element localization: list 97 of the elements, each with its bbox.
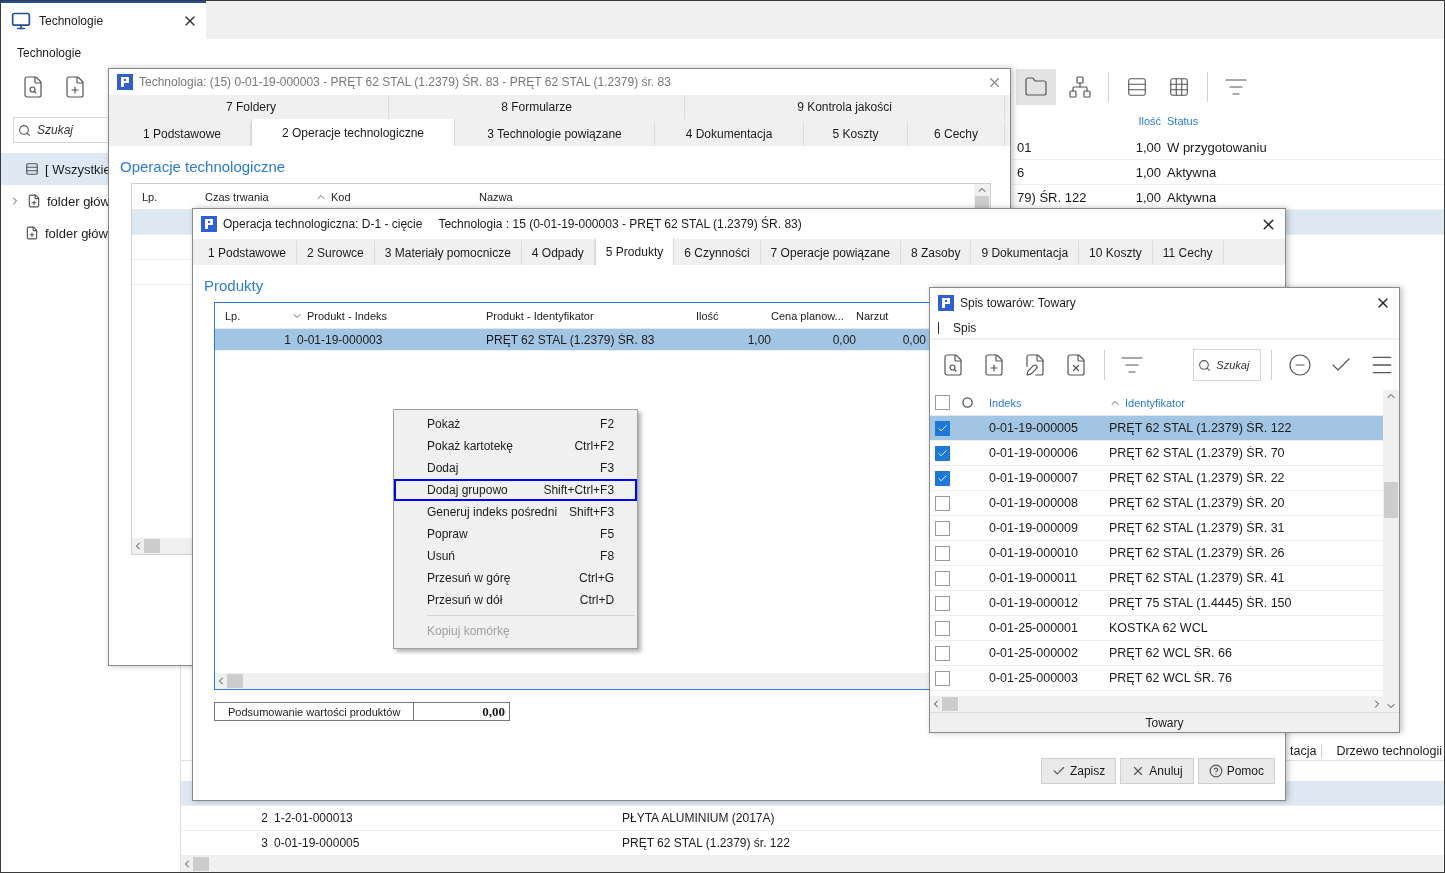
table-row[interactable]: 0-01-19-000012 PRĘT 75 STAL (1.4445) ŚR. 150 [930,591,1383,616]
checkbox[interactable] [935,645,950,661]
menu-item[interactable]: Przesuń w dół Ctrl+D [394,589,638,611]
help-button[interactable]: Pomoc [1197,758,1275,784]
check-icon [937,472,948,484]
app-logo-icon [117,74,133,90]
cancel-button[interactable]: Anuluj [1120,758,1194,784]
scroll-thumb[interactable] [942,697,958,711]
document-icon [27,194,41,208]
search-icon [1198,358,1212,372]
checkbox[interactable] [935,470,950,486]
column-header[interactable]: Narzut [856,309,926,322]
folder-button[interactable] [1016,69,1056,105]
table-row[interactable]: 0-01-25-000001 KOSTKA 62 WCL [930,616,1383,641]
scroll-thumb[interactable] [1384,482,1398,518]
select-all-checkbox[interactable] [935,395,950,410]
document-icon [25,226,39,240]
window-title: Technologia: (15) 0-01-19-000003 - PRĘT 62 STAL (1.2379) ŚR. 83 - PRĘT 62 STAL (1.2379) śr. 83 [139,75,671,89]
menu-item[interactable]: Popraw F5 [394,523,638,545]
column-header[interactable]: Indeks [984,396,1109,409]
checkbox[interactable] [935,595,950,611]
table-row[interactable]: 0-01-19-000008 PRĘT 62 STAL (1.2379) ŚR. 20 [930,491,1383,516]
column-header[interactable]: Ilość [696,309,771,322]
menu-item[interactable]: Pokaż F2 [394,413,638,435]
page-heading: Technologie [17,46,82,60]
search-icon [18,123,31,137]
horizontal-scrollbar[interactable] [930,696,1383,712]
column-header[interactable]: Lp. [215,309,291,322]
column-header[interactable]: Cena planow... [771,309,856,322]
hierarchy-icon [1068,75,1092,99]
column-header[interactable]: Ilość [1101,115,1161,127]
column-header[interactable]: Kod [315,190,479,203]
scroll-thumb[interactable] [144,539,160,553]
checkbox[interactable] [935,495,950,511]
checkbox[interactable] [935,620,950,636]
table-row[interactable]: 0-01-19-000007 PRĘT 62 STAL (1.2379) ŚR. 22 [930,466,1383,491]
dialog-title: Operacja technologiczna: D-1 - cięcie [223,217,423,231]
table-row[interactable]: 0-01-19-000010 PRĘT 62 STAL (1.2379) ŚR. 26 [930,541,1383,566]
grid-icon [1168,76,1190,98]
menu-item[interactable]: Przesuń w górę Ctrl+G [394,567,638,589]
tree-item[interactable]: folder głów [1,217,180,249]
table-row[interactable]: 0-01-25-000003 PRĘT 62 WCL ŚR. 76 [930,666,1383,691]
table-row[interactable]: 0-01-19-000005 PRĘT 62 STAL (1.2379) ŚR. 122 [930,416,1383,441]
list-icon [25,162,39,176]
table-row[interactable]: 0-01-19-000006 PRĘT 62 STAL (1.2379) ŚR. 70 [930,441,1383,466]
table-row[interactable]: 0-01-25-000002 PRĘT 62 WCL ŚR. 66 [930,641,1383,666]
checkbox[interactable] [935,420,950,436]
column-header[interactable]: Czas trwania [205,190,315,203]
menu-item[interactable]: Pokaż kartotekę Ctrl+F2 [394,435,638,457]
tab[interactable]: 5 Produkty [594,238,675,265]
column-header[interactable]: Nazwa [479,190,974,203]
column-header[interactable]: Produkt - Identyfikator [486,309,696,322]
menu-item[interactable]: Dodaj grupowo Shift+Ctrl+F3 [394,479,638,501]
app-logo-icon [938,295,954,311]
menu-item[interactable]: Generuj indeks pośredni Shift+F3 [394,501,638,523]
column-header[interactable]: Identyfikator [1109,396,1383,409]
table-row[interactable]: 0-01-19-000009 PRĘT 62 STAL (1.2379) ŚR. 31 [930,516,1383,541]
check-icon [937,422,948,434]
section-title: Produkty [203,276,265,296]
tab-title: Technologie [39,14,105,28]
horizontal-scrollbar[interactable] [181,856,1444,872]
window-title: Spis towarów: Towary [960,296,1076,310]
folder-icon [1024,75,1048,99]
structure-icon [1126,76,1148,98]
save-button[interactable]: Zapisz [1040,758,1117,784]
tab[interactable]: 2 Operacje technologiczne [251,119,455,146]
scroll-thumb[interactable] [193,857,209,871]
app-tab[interactable]: Technologie [1,1,206,39]
summary-label: Podsumowanie wartości produktów [214,702,414,721]
menu-item[interactable]: Usuń F8 [394,545,638,567]
menu-item[interactable]: Dodaj F3 [394,457,638,479]
help-icon [1208,764,1223,778]
search-field[interactable]: Szukaj [1193,349,1262,381]
column-header[interactable]: Status [1161,115,1444,127]
document-add-icon [63,75,87,99]
table-row[interactable]: 0-01-19-000011 PRĘT 62 STAL (1.2379) ŚR. 41 [930,566,1383,591]
monitor-icon [11,11,31,31]
checkbox[interactable] [935,445,950,461]
summary-value: 0,00 [414,702,510,721]
search-input[interactable]: Szukaj [1214,358,1260,372]
checkbox[interactable] [935,570,950,586]
column-header[interactable]: Lp. [132,190,205,203]
scroll-thumb[interactable] [227,674,243,688]
panel-tab[interactable]: Drzewo technologii [1321,744,1442,758]
circle-icon [962,397,973,408]
minus-circle-icon [1287,353,1312,377]
checkbox[interactable] [935,520,950,536]
vertical-scrollbar[interactable] [1383,390,1399,712]
checkbox[interactable] [935,545,950,561]
column-header[interactable]: Produkt - Indeks [291,309,486,322]
app-logo-icon [201,216,217,232]
checkbox[interactable] [935,670,950,686]
check-icon [937,447,948,459]
check-icon [1051,764,1066,778]
status-label: Towary [1145,715,1184,730]
document-search-icon [21,75,45,99]
dialog-subtitle: Technologia : 15 (0-01-19-000003 - PRĘT 62 STAL (1.2379) ŚR. 83) [438,217,802,231]
